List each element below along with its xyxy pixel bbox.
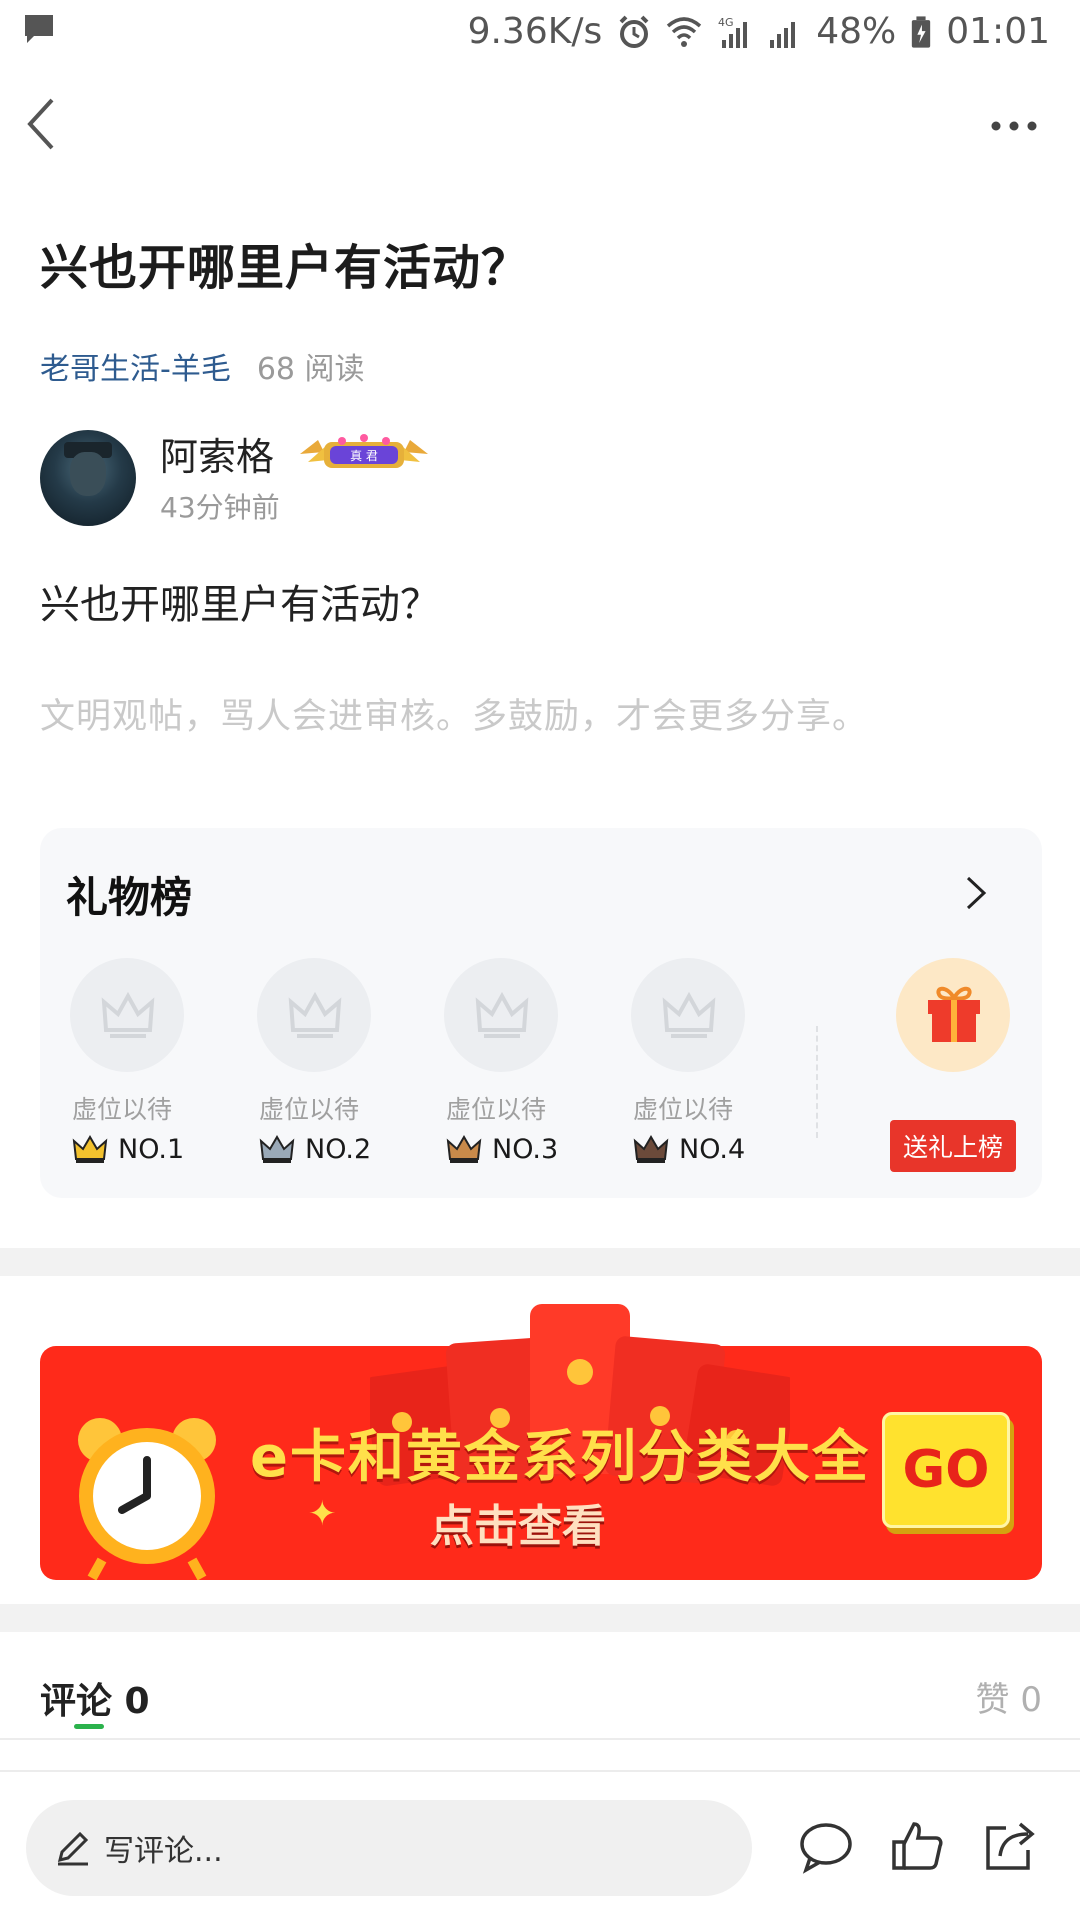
gift-slot-3[interactable]: 虚位以待 NO.3 <box>440 958 560 1178</box>
signal-icon <box>770 22 796 48</box>
comment-placeholder: 写评论... <box>104 1834 223 1869</box>
battery-percent: 48% <box>816 11 897 52</box>
section-gap <box>0 1248 1080 1276</box>
gift-slot-4[interactable]: 虚位以待 NO.4 <box>627 958 747 1178</box>
rank-text: NO.3 <box>492 1134 559 1165</box>
crown-gold-icon <box>72 1134 108 1163</box>
slot-label: 虚位以待 <box>72 1095 173 1124</box>
slot-rank: NO.3 <box>446 1134 558 1165</box>
tab-comments[interactable]: 评论 0 <box>40 1672 150 1724</box>
send-gift-button[interactable]: 送礼上榜 <box>890 1120 1016 1172</box>
active-tab-indicator <box>74 1724 104 1729</box>
network-speed: 9.36K/s <box>467 11 603 52</box>
read-count: 68 阅读 <box>256 352 365 387</box>
author-name[interactable]: 阿索格 <box>160 426 274 481</box>
gift-box-icon <box>928 986 980 1042</box>
empty-slot-circle <box>70 958 184 1072</box>
slot-rank: NO.4 <box>633 1134 745 1165</box>
message-icon <box>25 15 53 43</box>
crown-outline-icon <box>662 991 716 1038</box>
slot-rank: NO.2 <box>259 1134 371 1165</box>
civility-notice: 文明观帖，骂人会进审核。多鼓励，才会更多分享。 <box>40 697 869 737</box>
crown-silver-icon <box>259 1134 295 1163</box>
gift-slot-1[interactable]: 虚位以待 NO.1 <box>66 958 186 1178</box>
clock-time: 01:01 <box>946 11 1050 52</box>
gift-divider <box>816 1026 818 1138</box>
promo-banner[interactable]: e卡和黄金系列分类大全 ✦ 点击查看 GO <box>40 1300 1042 1580</box>
back-arrow-icon[interactable] <box>24 96 60 152</box>
post-title: 兴也开哪里户有活动？ <box>40 240 531 296</box>
status-right: 9.36K/s 4G 48% 01:01 <box>468 8 1050 56</box>
crown-dark-icon <box>633 1134 669 1163</box>
post-meta: 老哥生活-羊毛 68 阅读 <box>40 344 365 388</box>
comment-bubble-icon[interactable] <box>798 1818 854 1874</box>
section-gap <box>0 1604 1080 1632</box>
post-time: 43分钟前 <box>160 491 280 524</box>
page: 9.36K/s 4G 48% 01:01 兴也开哪里户有活动？ 老哥生活-羊毛 … <box>0 0 1080 1920</box>
rank-badge-icon: 真 君 <box>300 434 428 468</box>
crown-outline-icon <box>475 991 529 1038</box>
comment-input[interactable]: 写评论... <box>26 1800 752 1896</box>
crown-outline-icon <box>288 991 342 1038</box>
empty-slot-circle <box>257 958 371 1072</box>
empty-slot-circle <box>631 958 745 1072</box>
gift-slot-2[interactable]: 虚位以待 NO.2 <box>253 958 373 1178</box>
banner-title: e卡和黄金系列分类大全 <box>250 1425 870 1490</box>
slot-rank: NO.1 <box>72 1134 184 1165</box>
slot-label: 虚位以待 <box>259 1095 360 1124</box>
sparkle-icon: ✦ <box>308 1494 337 1534</box>
rank-text: NO.2 <box>305 1134 372 1165</box>
banner-subtitle: 点击查看 <box>430 1501 606 1552</box>
author-row: 阿索格 真 君 43分钟前 <box>40 430 940 530</box>
rank-text: NO.1 <box>118 1134 185 1165</box>
battery-icon <box>912 16 931 48</box>
empty-slot-circle <box>444 958 558 1072</box>
divider <box>0 1738 1080 1740</box>
more-dots-icon[interactable] <box>990 108 1038 144</box>
status-bar: 9.36K/s 4G 48% 01:01 <box>0 0 1080 66</box>
svg-text:4G: 4G <box>718 16 734 29</box>
crown-bronze-icon <box>446 1134 482 1163</box>
wifi-icon <box>667 17 702 47</box>
gift-button[interactable] <box>896 958 1010 1072</box>
chevron-right-icon[interactable] <box>960 872 990 914</box>
post-body: 兴也开哪里户有活动？ <box>40 582 440 628</box>
4g-signal-icon: 4G <box>718 16 748 48</box>
slot-label: 虚位以待 <box>446 1095 547 1124</box>
banner-go-button[interactable]: GO <box>882 1412 1010 1528</box>
channel-link[interactable]: 老哥生活-羊毛 <box>40 344 231 388</box>
slot-label: 虚位以待 <box>633 1095 734 1124</box>
alarm-clock-illustration <box>78 1418 216 1580</box>
crown-outline-icon <box>101 991 155 1038</box>
gift-board-title: 礼物榜 <box>66 873 193 922</box>
pencil-icon <box>57 1831 89 1866</box>
svg-text:真 君: 真 君 <box>350 449 378 463</box>
avatar[interactable] <box>40 430 136 526</box>
tab-likes[interactable]: 赞 0 <box>976 1672 1042 1721</box>
rank-text: NO.4 <box>679 1134 746 1165</box>
thumbs-up-icon[interactable] <box>890 1818 946 1874</box>
divider <box>0 1770 1080 1772</box>
gift-board: 礼物榜 虚位以待 NO.1 虚位以待 NO.2 虚位以待 NO.3 虚位以待 N… <box>40 828 1042 1198</box>
share-icon[interactable] <box>982 1818 1038 1874</box>
alarm-icon <box>619 15 649 48</box>
